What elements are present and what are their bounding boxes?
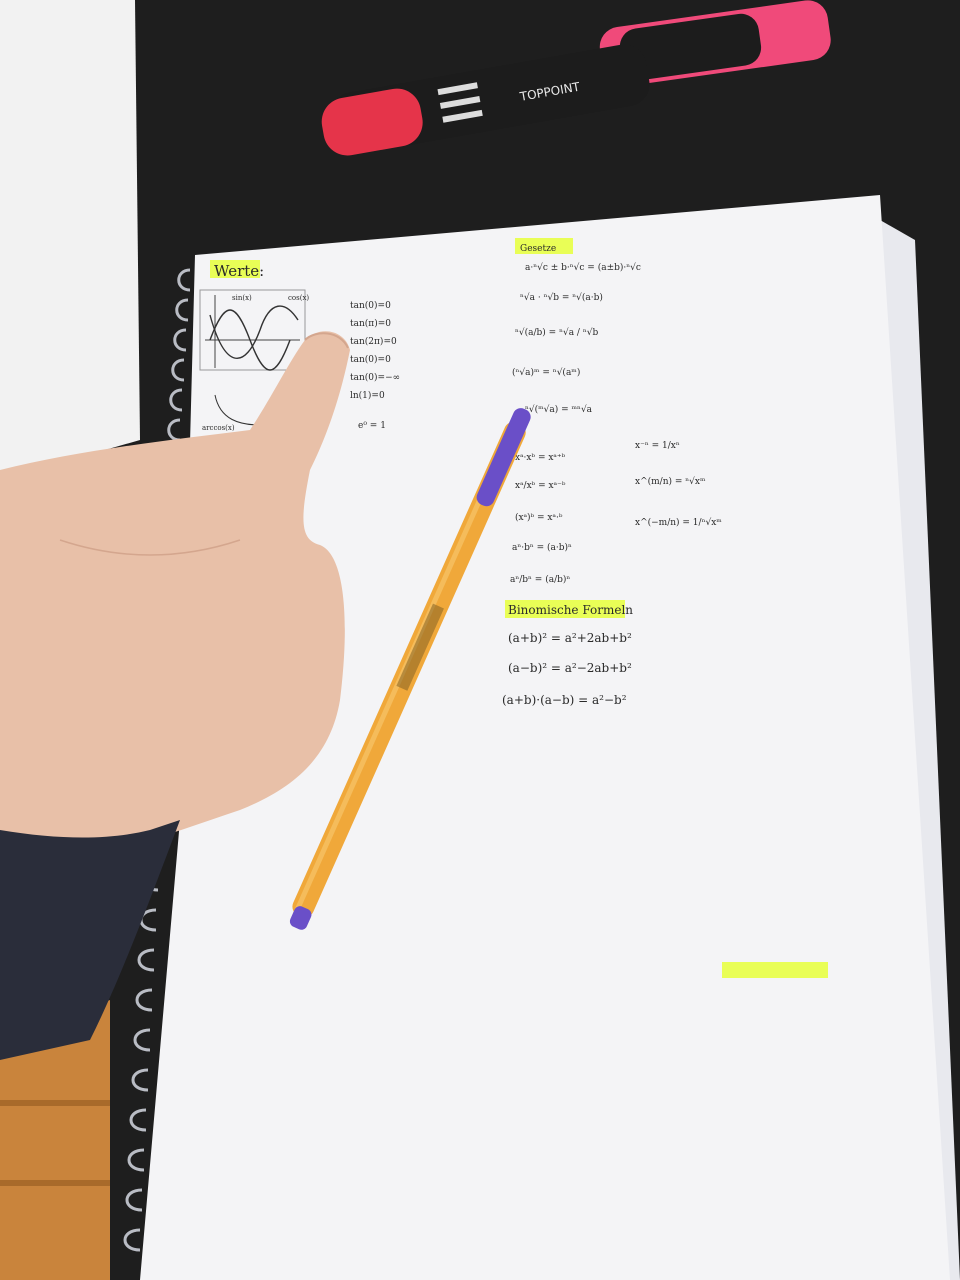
werte-heading: Werte: <box>214 262 264 280</box>
highlighter-mark <box>722 962 828 978</box>
formula: xᵃ·xᵇ = xᵃ⁺ᵇ <box>515 453 566 463</box>
graph-label-arccos: arccos(x) <box>202 424 235 432</box>
formula: ⁿ√a · ⁿ√b = ⁿ√(a·b) <box>520 292 603 303</box>
binomische-heading: Binomische Formeln <box>508 603 633 617</box>
loose-paper <box>0 0 140 480</box>
formula: aⁿ/bⁿ = (a/b)ⁿ <box>510 574 570 585</box>
formula: ⁿ√(ᵐ√a) = ᵐⁿ√a <box>525 404 593 415</box>
werte-item: tan(0)=−∞ <box>350 372 400 383</box>
werte-item: tan(0)=0 <box>350 354 391 365</box>
graph-label-sin: sin(x) <box>232 294 252 302</box>
formula: (ⁿ√a)ᵐ = ⁿ√(aᵐ) <box>512 367 580 378</box>
werte-item: tan(0)=0 <box>350 300 391 311</box>
formula: xᵃ/xᵇ = xᵃ⁻ᵇ <box>515 481 566 491</box>
formula: (a−b)² = a²−2ab+b² <box>508 661 632 675</box>
werte-item: ln(1)=0 <box>350 390 385 401</box>
werte-item: tan(π)=0 <box>350 318 391 329</box>
formula: (a+b)·(a−b) = a²−b² <box>502 693 627 707</box>
formula: x^(m/n) = ⁿ√xᵐ <box>635 476 706 487</box>
werte-item: e⁰ = 1 <box>358 421 386 431</box>
formula: (xᵃ)ᵇ = xᵃ·ᵇ <box>515 512 563 523</box>
formula: ⁿ√(a/b) = ⁿ√a / ⁿ√b <box>515 327 598 338</box>
formula: (a+b)² = a²+2ab+b² <box>508 631 632 645</box>
graph-label-cos: cos(x) <box>288 294 309 302</box>
formula: x^(−m/n) = 1/ⁿ√xᵐ <box>635 517 722 528</box>
formula: x⁻ⁿ = 1/xⁿ <box>635 441 680 451</box>
notebook-photo: Werte: Gesetze Binomische Formeln sin(x)… <box>0 0 960 1280</box>
formula: aⁿ·bⁿ = (a·b)ⁿ <box>512 542 572 553</box>
gesetze-heading: Gesetze <box>520 244 556 254</box>
werte-item: tan(2π)=0 <box>350 336 397 347</box>
formula: a·ⁿ√c ± b·ⁿ√c = (a±b)·ⁿ√c <box>525 262 641 273</box>
binomische-formulas: (a+b)² = a²+2ab+b² (a−b)² = a²−2ab+b² (a… <box>502 631 632 707</box>
